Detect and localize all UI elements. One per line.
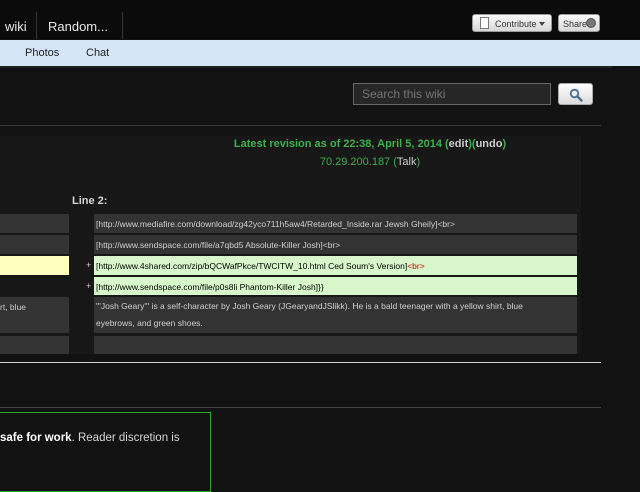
diff-left-cell — [0, 336, 69, 354]
divider — [0, 407, 601, 408]
diff-added-marker: + — [86, 260, 92, 270]
nav-divider — [122, 12, 123, 39]
tab-chat[interactable]: Chat — [86, 40, 109, 66]
document-icon — [480, 17, 489, 29]
search-button[interactable] — [558, 83, 593, 105]
diff-right-cell: '''Josh Geary''' is a self-character by … — [94, 297, 577, 333]
diff-left-cell-removed — [0, 256, 69, 275]
diff-right-cell: [http://www.sendspace.com/file/a7qbd5 Ab… — [94, 235, 577, 254]
diff-right-cell: [http://www.mediafire.com/download/zg42y… — [94, 214, 577, 233]
revision-title: Latest revision as of 22:38, April 5, 20… — [233, 138, 507, 150]
line-number-label: Line 2: — [72, 195, 108, 207]
share-label: Share — [563, 19, 588, 29]
search-input[interactable] — [353, 83, 551, 105]
talk-link[interactable]: Talk — [397, 156, 417, 168]
tab-photos[interactable]: Photos — [25, 40, 59, 66]
wiki-nav-bar: Photos Chat — [0, 40, 640, 66]
diff-right-cell-added: [http://www.sendspace.com/file/p0s8li Ph… — [94, 277, 577, 295]
divider — [0, 125, 601, 126]
content-warning-text: safe for work. Reader discretion is — [0, 432, 180, 444]
ip-link[interactable]: 70.29.200.187 — [320, 156, 390, 168]
diff-left-cell — [0, 214, 69, 233]
undo-link[interactable]: undo — [476, 138, 503, 150]
diff-added-marker: + — [86, 281, 92, 291]
diff-right-cell — [94, 336, 577, 354]
random-nav-link[interactable]: Random... — [48, 0, 108, 39]
divider — [0, 362, 601, 363]
content-warning-box — [0, 412, 211, 492]
search-icon — [569, 88, 583, 102]
contribute-button[interactable]: Contribute — [472, 14, 552, 32]
edit-link[interactable]: edit — [449, 138, 469, 150]
share-button[interactable]: Share — [558, 14, 600, 32]
share-icon — [586, 18, 596, 28]
revision-author: 70.29.200.187 (Talk) — [319, 156, 421, 168]
diff-left-cell — [0, 235, 69, 254]
diff-left-fragment: rt, blue — [0, 302, 26, 312]
header-strip — [0, 66, 612, 68]
chevron-down-icon — [539, 22, 545, 26]
nav-divider — [36, 12, 37, 39]
wiki-nav-link[interactable]: wiki — [5, 0, 27, 39]
diff-right-cell-added: [http://www.4shared.com/zip/bQCWafPkce/T… — [94, 256, 577, 275]
contribute-label: Contribute — [495, 19, 537, 29]
